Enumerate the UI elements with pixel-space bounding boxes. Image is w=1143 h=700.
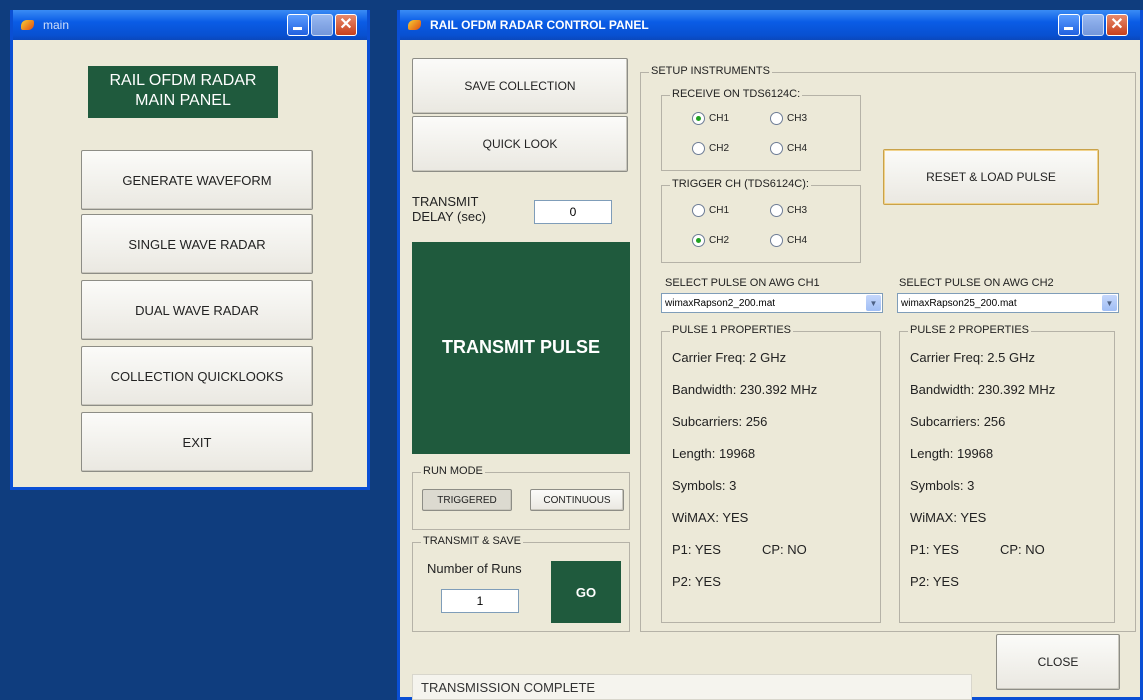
pulse2-cp: CP: NO	[1000, 542, 1045, 557]
reset-load-pulse-button[interactable]: RESET & LOAD PULSE	[883, 149, 1099, 205]
awg-ch1-select[interactable]: wimaxRapson2_200.mat ▼	[661, 293, 883, 313]
pulse1-properties-group: PULSE 1 PROPERTIES Carrier Freq: 2 GHz B…	[661, 324, 881, 623]
pulse1-subcarriers: Subcarriers: 256	[672, 414, 768, 429]
trigger-ch2-label: CH2	[709, 235, 730, 246]
close-button[interactable]: CLOSE	[996, 634, 1120, 690]
pulse2-symbols: Symbols: 3	[910, 478, 975, 493]
trigger-ch4-label: CH4	[787, 235, 808, 246]
pulse2-p1: P1: YES	[910, 542, 959, 557]
pulse1-p2: P2: YES	[672, 574, 721, 589]
main-window: main ✕ RAIL OFDM RADAR MAIN PANEL GENERA…	[10, 10, 370, 490]
close-icon[interactable]: ✕	[1106, 14, 1128, 36]
continuous-button[interactable]: CONTINUOUS	[530, 489, 624, 511]
receive-ch2-label: CH2	[709, 143, 730, 154]
maximize-icon[interactable]	[1082, 14, 1104, 36]
chevron-down-icon[interactable]: ▼	[866, 295, 881, 311]
pulse2-properties-group: PULSE 2 PROPERTIES Carrier Freq: 2.5 GHz…	[899, 324, 1115, 623]
save-collection-button[interactable]: SAVE COLLECTION	[412, 58, 628, 114]
pulse2-length: Length: 19968	[910, 446, 994, 461]
receive-ch3-radio[interactable]: CH3	[770, 112, 807, 125]
trigger-ch3-label: CH3	[787, 205, 808, 216]
setup-instruments-label: SETUP INSTRUMENTS	[649, 65, 772, 77]
go-button[interactable]: GO	[551, 561, 621, 623]
main-titlebar[interactable]: main ✕	[13, 10, 367, 40]
radio-icon	[692, 142, 705, 155]
trigger-ch1-label: CH1	[709, 205, 730, 216]
receive-ch1-label: CH1	[709, 113, 730, 124]
receive-ch4-radio[interactable]: CH4	[770, 142, 807, 155]
exit-button[interactable]: EXIT	[81, 412, 313, 472]
pulse2-subcarriers: Subcarriers: 256	[910, 414, 1006, 429]
receive-group: RECEIVE ON TDS6124C: CH1 CH3 CH2 CH4	[661, 88, 861, 171]
pulse2-bandwidth: Bandwidth: 230.392 MHz	[910, 382, 1056, 397]
awg-ch2-label: SELECT PULSE ON AWG CH2	[899, 277, 1054, 289]
receive-ch1-radio[interactable]: CH1	[692, 112, 729, 125]
control-title: RAIL OFDM RADAR CONTROL PANEL	[430, 18, 649, 32]
pulse2-wimax: WiMAX: YES	[910, 510, 987, 525]
trigger-group: TRIGGER CH (TDS6124C): CH1 CH3 CH2 CH4	[661, 178, 861, 263]
radio-icon	[770, 112, 783, 125]
pulse1-symbols: Symbols: 3	[672, 478, 737, 493]
minimize-icon[interactable]	[1058, 14, 1080, 36]
main-title: main	[43, 18, 70, 32]
pulse1-carrier: Carrier Freq: 2 GHz	[672, 350, 787, 365]
radio-icon	[692, 204, 705, 217]
close-icon[interactable]: ✕	[335, 14, 357, 36]
control-window: RAIL OFDM RADAR CONTROL PANEL ✕ SAVE COL…	[397, 10, 1143, 700]
quick-look-button[interactable]: QUICK LOOK	[412, 116, 628, 172]
awg-ch1-value: wimaxRapson2_200.mat	[665, 297, 776, 309]
run-mode-group: RUN MODE TRIGGERED CONTINUOUS	[412, 465, 630, 530]
radio-icon	[770, 204, 783, 217]
matlab-icon	[19, 17, 37, 33]
collection-quicklooks-button[interactable]: COLLECTION QUICKLOOKS	[81, 346, 313, 406]
pulse1-properties-label: PULSE 1 PROPERTIES	[670, 324, 794, 336]
triggered-button[interactable]: TRIGGERED	[422, 489, 512, 511]
trigger-ch2-radio[interactable]: CH2	[692, 234, 729, 247]
dual-wave-radar-button[interactable]: DUAL WAVE RADAR	[81, 280, 313, 340]
receive-ch2-radio[interactable]: CH2	[692, 142, 729, 155]
transmit-delay-label: TRANSMIT DELAY (sec)	[412, 194, 486, 224]
number-of-runs-label: Number of Runs	[427, 561, 522, 576]
receive-ch4-label: CH4	[787, 143, 808, 154]
main-heading: RAIL OFDM RADAR MAIN PANEL	[88, 66, 278, 118]
single-wave-radar-button[interactable]: SINGLE WAVE RADAR	[81, 214, 313, 274]
pulse2-carrier: Carrier Freq: 2.5 GHz	[910, 350, 1035, 365]
pulse2-p2: P2: YES	[910, 574, 959, 589]
matlab-icon	[406, 17, 424, 33]
awg-ch2-select[interactable]: wimaxRapson25_200.mat ▼	[897, 293, 1119, 313]
minimize-icon[interactable]	[287, 14, 309, 36]
transmit-save-label: TRANSMIT & SAVE	[421, 535, 524, 547]
radio-icon	[770, 142, 783, 155]
trigger-label: TRIGGER CH (TDS6124C):	[670, 178, 811, 190]
pulse1-length: Length: 19968	[672, 446, 756, 461]
setup-instruments-group: SETUP INSTRUMENTS RECEIVE ON TDS6124C: C…	[640, 65, 1136, 632]
transmit-save-group: TRANSMIT & SAVE Number of Runs 1 GO	[412, 535, 630, 632]
chevron-down-icon[interactable]: ▼	[1102, 295, 1117, 311]
status-field: TRANSMISSION COMPLETE	[412, 674, 972, 700]
pulse1-wimax: WiMAX: YES	[672, 510, 749, 525]
awg-ch2-value: wimaxRapson25_200.mat	[901, 297, 1017, 309]
control-titlebar[interactable]: RAIL OFDM RADAR CONTROL PANEL ✕	[400, 10, 1140, 40]
radio-selected-icon	[692, 112, 705, 125]
number-of-runs-input[interactable]: 1	[441, 589, 519, 613]
transmit-delay-input[interactable]: 0	[534, 200, 612, 224]
pulse2-properties-label: PULSE 2 PROPERTIES	[908, 324, 1032, 336]
radio-selected-icon	[692, 234, 705, 247]
pulse1-p1: P1: YES	[672, 542, 721, 557]
awg-ch1-label: SELECT PULSE ON AWG CH1	[665, 277, 820, 289]
receive-ch3-label: CH3	[787, 113, 808, 124]
generate-waveform-button[interactable]: GENERATE WAVEFORM	[81, 150, 313, 210]
trigger-ch4-radio[interactable]: CH4	[770, 234, 807, 247]
trigger-ch3-radio[interactable]: CH3	[770, 204, 807, 217]
trigger-ch1-radio[interactable]: CH1	[692, 204, 729, 217]
maximize-icon[interactable]	[311, 14, 333, 36]
radio-icon	[770, 234, 783, 247]
run-mode-label: RUN MODE	[421, 465, 485, 477]
pulse1-cp: CP: NO	[762, 542, 807, 557]
receive-label: RECEIVE ON TDS6124C:	[670, 88, 803, 100]
pulse1-bandwidth: Bandwidth: 230.392 MHz	[672, 382, 818, 397]
transmit-pulse-button[interactable]: TRANSMIT PULSE	[412, 242, 630, 454]
